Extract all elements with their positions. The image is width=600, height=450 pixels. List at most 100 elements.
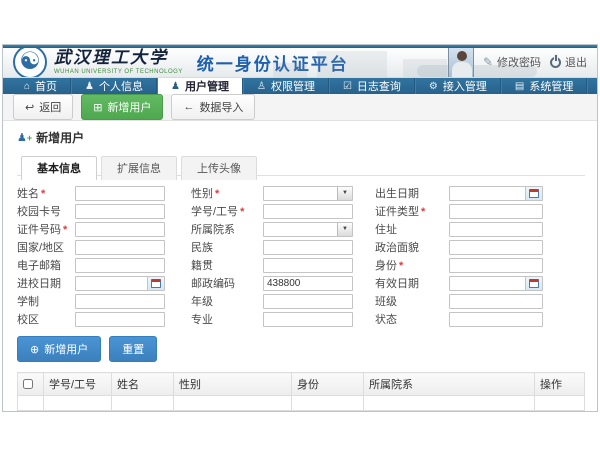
ethnicity-input[interactable] [264, 241, 352, 254]
nav-item-permissions[interactable]: ♙权限管理 [243, 78, 329, 94]
field-id-type [449, 204, 543, 219]
add-user-icon: ⊞ [93, 101, 102, 114]
field-enroll-date [75, 276, 165, 291]
status-input[interactable] [450, 313, 542, 326]
back-button-label: 返回 [39, 99, 61, 115]
field-label-grade: 年级 [165, 293, 263, 309]
university-name-en: WUHAN UNIVERSITY OF TECHNOLOGY [54, 69, 183, 75]
campus-card-no-input[interactable] [76, 205, 164, 218]
campus-input[interactable] [76, 313, 164, 326]
valid-date-input[interactable] [450, 277, 525, 290]
nav-item-log-search[interactable]: ☑日志查询 [329, 78, 415, 94]
gender-input[interactable] [264, 187, 337, 200]
submit-add-user-button[interactable]: ⊕ 新增用户 [17, 336, 101, 362]
email-input[interactable] [76, 259, 164, 272]
nav-item-label: 日志查询 [357, 78, 401, 94]
nav-item-label: 系统管理 [529, 78, 573, 94]
reset-button[interactable]: 重置 [109, 336, 157, 362]
nav-item-profile[interactable]: ♟个人信息 [71, 78, 157, 94]
nav-item-system[interactable]: ▤ 系统管理 [501, 78, 587, 94]
field-label-schooling-years: 学制 [17, 293, 75, 309]
field-political-status [449, 240, 543, 255]
department-input[interactable] [264, 223, 337, 236]
users-table-empty-row [18, 396, 585, 411]
nav-item-subscription[interactable]: ▤订阅管理 [587, 78, 600, 94]
native-place-input[interactable] [264, 259, 352, 272]
field-label-postal-code: 邮政编码 [165, 275, 263, 291]
column-header-所属院系: 所属院系 [364, 373, 535, 396]
field-campus [75, 312, 165, 327]
empty-cell [364, 396, 535, 411]
field-label-country-region: 国家/地区 [17, 239, 75, 255]
required-asterisk: * [421, 206, 425, 218]
nav-item-users[interactable]: ♟用户管理 [157, 78, 243, 94]
field-grade [263, 294, 353, 309]
country-region-input[interactable] [76, 241, 164, 254]
field-schooling-years [75, 294, 165, 309]
empty-cell [112, 396, 174, 411]
field-label-email: 电子邮箱 [17, 257, 75, 273]
major-input[interactable] [264, 313, 352, 326]
field-label-valid-date: 有效日期 [353, 275, 449, 291]
system-icon: ▤ [515, 81, 524, 92]
field-label-address: 住址 [353, 221, 449, 237]
valid-date-datepicker-button[interactable] [525, 277, 542, 290]
field-ethnicity [263, 240, 353, 255]
id-type-input[interactable] [450, 205, 542, 218]
logout-link[interactable]: 退出 [550, 54, 587, 70]
field-class [449, 294, 543, 309]
birth-date-input[interactable] [450, 187, 525, 200]
nav-item-access[interactable]: ⚙接入管理 [415, 78, 501, 94]
back-button[interactable]: ↩ 返回 [13, 94, 73, 120]
department-dropdown-button[interactable]: ▼ [337, 223, 352, 236]
address-input[interactable] [450, 223, 542, 236]
data-import-button-label: 数据导入 [199, 99, 243, 115]
field-label-political-status: 政治面貌 [353, 239, 449, 255]
nav-item-home[interactable]: ⌂首页 [11, 78, 71, 94]
schooling-years-input[interactable] [76, 295, 164, 308]
enroll-date-input[interactable] [76, 277, 147, 290]
pencil-icon: ✎ [483, 55, 493, 69]
logout-label: 退出 [565, 54, 587, 70]
enroll-date-datepicker-button[interactable] [147, 277, 164, 290]
postal-code-input[interactable] [264, 277, 352, 290]
university-name-cn: 武汉理工大学 [54, 50, 183, 67]
section-title-row: ♟+ 新增用户 [17, 129, 585, 146]
calendar-icon [529, 279, 539, 288]
select-all-checkbox[interactable] [23, 379, 33, 389]
main-nav: ⌂首页♟个人信息♟用户管理♙权限管理☑日志查询⚙接入管理 ▤ 系统管理 ▤订阅管理 [3, 78, 597, 94]
class-input[interactable] [450, 295, 542, 308]
tab-扩展信息[interactable]: 扩展信息 [101, 156, 177, 180]
birth-date-datepicker-button[interactable] [525, 187, 542, 200]
identity-input[interactable] [450, 259, 542, 272]
student-no-input[interactable] [264, 205, 352, 218]
required-asterisk: * [63, 224, 67, 236]
field-label-class: 班级 [353, 293, 449, 309]
data-import-button[interactable]: ← 数据导入 [171, 94, 255, 120]
field-label-major: 专业 [165, 311, 263, 327]
gender-dropdown-button[interactable]: ▼ [337, 187, 352, 200]
tab-上传头像[interactable]: 上传头像 [181, 156, 257, 180]
field-label-campus-card-no: 校园卡号 [17, 203, 75, 219]
change-password-label: 修改密码 [497, 54, 541, 70]
content-panel: ♟+ 新增用户 基本信息扩展信息上传头像 姓名*性别*▼出生日期校园卡号学号/工… [3, 121, 597, 411]
access-icon: ⚙ [429, 81, 438, 92]
nav-item-label: 用户管理 [185, 78, 229, 94]
id-number-input[interactable] [76, 223, 164, 236]
header-user-area: ✎ 修改密码 退出 [448, 48, 587, 78]
name-input[interactable] [76, 187, 164, 200]
column-header-身份: 身份 [292, 373, 364, 396]
empty-cell [174, 396, 292, 411]
back-arrow-icon: ↩ [25, 101, 34, 114]
tab-基本信息[interactable]: 基本信息 [21, 156, 97, 180]
permissions-icon: ♙ [257, 81, 266, 92]
nav-item-label: 个人信息 [99, 78, 143, 94]
political-status-input[interactable] [450, 241, 542, 254]
power-icon [550, 57, 561, 68]
add-user-toolbar-button[interactable]: ⊞ 新增用户 [81, 94, 163, 120]
empty-cell [292, 396, 364, 411]
grade-input[interactable] [264, 295, 352, 308]
column-header-姓名: 姓名 [112, 373, 174, 396]
empty-cell [18, 396, 44, 411]
change-password-link[interactable]: ✎ 修改密码 [483, 54, 541, 70]
